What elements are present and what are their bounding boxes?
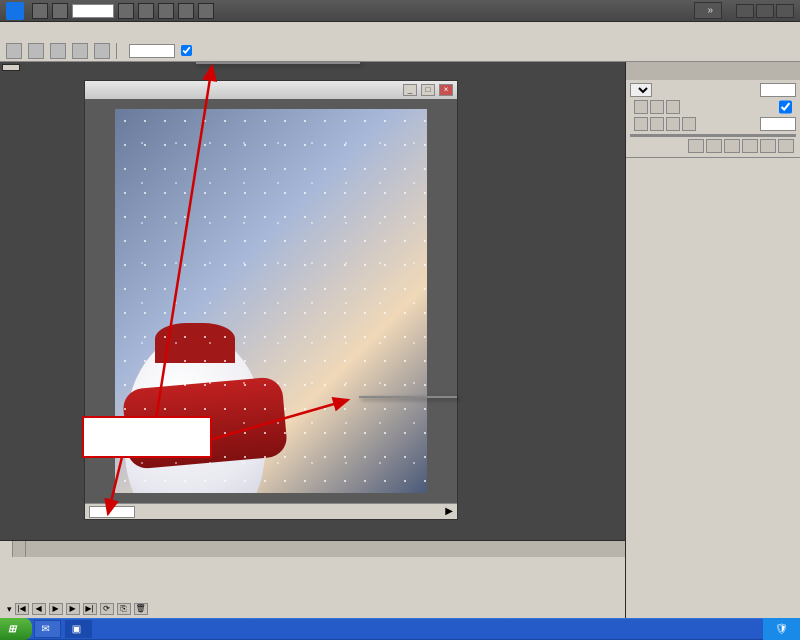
right-panel-dock bbox=[625, 62, 800, 618]
delete-frame-button[interactable]: 🗑 bbox=[134, 603, 148, 615]
toolbox bbox=[2, 64, 20, 71]
arrange-docs-icon[interactable] bbox=[178, 3, 194, 19]
options-bar bbox=[0, 40, 800, 62]
marquee-rect-icon[interactable] bbox=[28, 43, 44, 59]
close-button[interactable] bbox=[776, 4, 794, 18]
document-statusbar: ▶ bbox=[85, 503, 457, 519]
new-group-button[interactable] bbox=[742, 139, 758, 153]
tool-preset-icon[interactable] bbox=[6, 43, 22, 59]
system-tray[interactable]: 🛡 bbox=[763, 618, 800, 640]
filter-menu bbox=[196, 62, 360, 64]
link-layers-button[interactable] bbox=[688, 139, 704, 153]
lock-all-icon[interactable] bbox=[682, 117, 696, 131]
ps-logo bbox=[6, 2, 24, 20]
layers-panel-tabs bbox=[626, 62, 800, 80]
unify-style-icon[interactable] bbox=[666, 100, 680, 114]
chevron-right-icon: » bbox=[707, 5, 713, 16]
fill-input[interactable] bbox=[760, 117, 796, 131]
play-button[interactable]: ▶ bbox=[49, 603, 63, 615]
document-titlebar[interactable]: _ □ × bbox=[85, 81, 457, 99]
zoom-input[interactable] bbox=[72, 4, 114, 18]
zoom-tool-icon[interactable] bbox=[138, 3, 154, 19]
delete-layer-button[interactable] bbox=[778, 139, 794, 153]
launch-bridge-icon[interactable] bbox=[32, 3, 48, 19]
last-frame-button[interactable]: ▶| bbox=[83, 603, 97, 615]
opacity-input[interactable] bbox=[760, 83, 796, 97]
first-frame-button[interactable]: |◀ bbox=[15, 603, 29, 615]
tray-shield-icon[interactable]: 🛡 bbox=[775, 624, 788, 635]
doc-maximize-button[interactable]: □ bbox=[421, 84, 435, 96]
screen-mode-icon[interactable] bbox=[198, 3, 214, 19]
unify-position-icon[interactable] bbox=[634, 100, 648, 114]
lock-transparency-icon[interactable] bbox=[634, 117, 648, 131]
propagate-frame-checkbox[interactable] bbox=[779, 100, 792, 114]
doc-minimize-button[interactable]: _ bbox=[403, 84, 417, 96]
stage: _ □ × ▶ bbox=[0, 62, 625, 540]
animation-frames bbox=[0, 557, 625, 601]
anim-tab-frames[interactable] bbox=[0, 541, 13, 557]
lock-position-icon[interactable] bbox=[666, 117, 680, 131]
antialias-checkbox[interactable] bbox=[181, 45, 192, 56]
view-extras-icon[interactable] bbox=[52, 3, 68, 19]
rotate-view-icon[interactable] bbox=[158, 3, 174, 19]
marquee-add-icon[interactable] bbox=[50, 43, 66, 59]
anim-tab-log[interactable] bbox=[13, 541, 26, 557]
restore-button[interactable] bbox=[756, 4, 774, 18]
minimize-button[interactable] bbox=[736, 4, 754, 18]
app-topbar: » bbox=[0, 0, 800, 22]
new-layer-button[interactable] bbox=[760, 139, 776, 153]
lock-image-icon[interactable] bbox=[650, 117, 664, 131]
start-button[interactable]: ⊞ bbox=[0, 618, 32, 640]
doc-close-button[interactable]: × bbox=[439, 84, 453, 96]
feather-input[interactable] bbox=[129, 44, 175, 58]
menubar bbox=[0, 22, 800, 40]
next-frame-button[interactable]: ▶ bbox=[66, 603, 80, 615]
windows-taskbar: ⊞ ✉ ▣ 🛡 bbox=[0, 618, 800, 640]
layer-style-button[interactable] bbox=[706, 139, 722, 153]
unify-visibility-icon[interactable] bbox=[650, 100, 664, 114]
annotation-callout bbox=[82, 416, 212, 458]
status-zoom-input[interactable] bbox=[89, 506, 135, 518]
taskbar-item-mail[interactable]: ✉ bbox=[34, 620, 60, 638]
tween-button[interactable]: ⟳ bbox=[100, 603, 114, 615]
marquee-subtract-icon[interactable] bbox=[72, 43, 88, 59]
filter-submenu bbox=[359, 396, 457, 398]
taskbar-item-photoshop[interactable]: ▣ bbox=[65, 620, 92, 638]
workspace-switcher[interactable]: » bbox=[694, 2, 722, 19]
animation-panel: ▾ |◀ ◀ ▶ ▶ ▶| ⟳ ⎘ 🗑 bbox=[0, 540, 625, 618]
layer-mask-button[interactable] bbox=[724, 139, 740, 153]
hand-tool-icon[interactable] bbox=[118, 3, 134, 19]
blend-mode-select[interactable] bbox=[630, 83, 652, 97]
prev-frame-button[interactable]: ◀ bbox=[32, 603, 46, 615]
marquee-intersect-icon[interactable] bbox=[94, 43, 110, 59]
new-frame-button[interactable]: ⎘ bbox=[117, 603, 131, 615]
